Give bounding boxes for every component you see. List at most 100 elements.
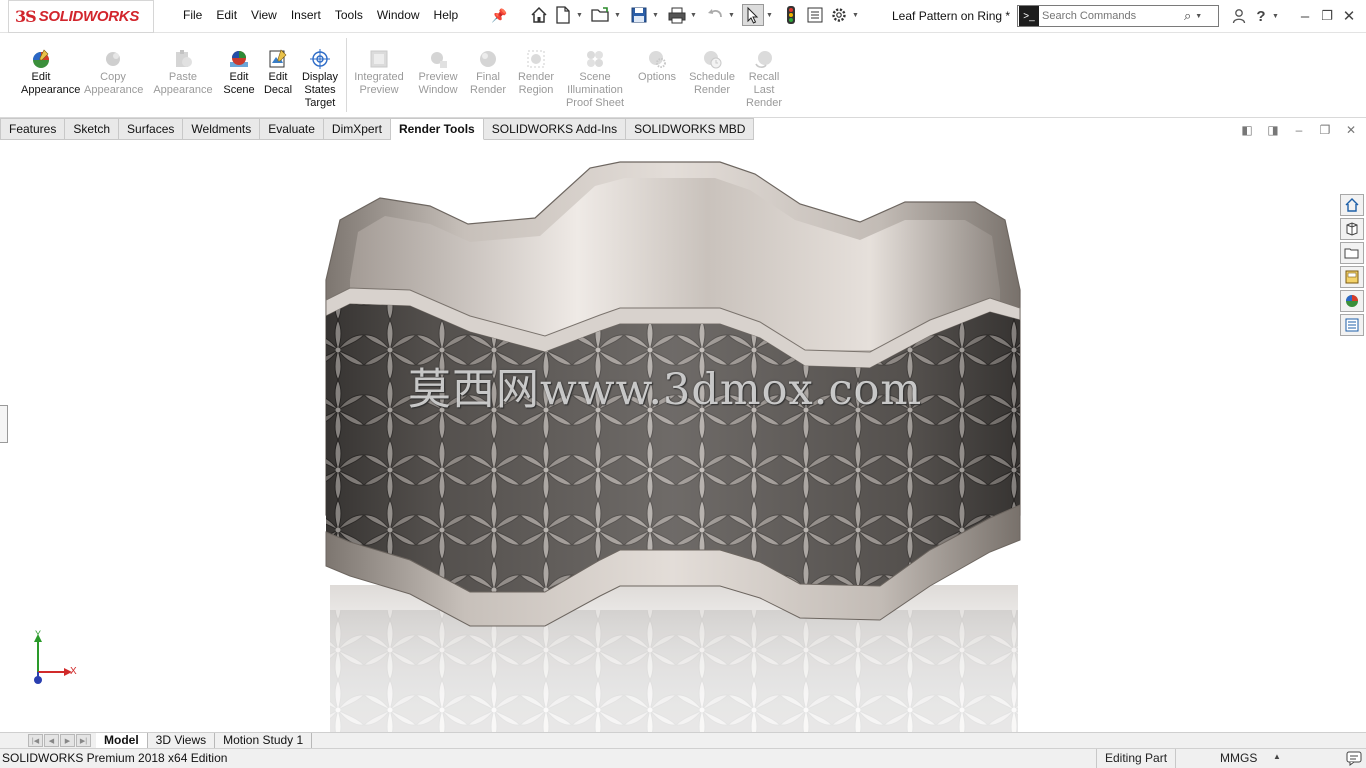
render-region-button[interactable]: Render Region xyxy=(514,48,558,97)
print-dropdown-icon[interactable]: ▼ xyxy=(690,12,698,19)
command-manager-tabs: Features Sketch Surfaces Weldments Evalu… xyxy=(0,118,755,140)
reference-triad: Y X xyxy=(28,629,82,692)
prev-tab-icon[interactable]: ◀ xyxy=(44,734,59,747)
proof-sheet-icon xyxy=(587,51,603,67)
tab-dimxpert[interactable]: DimXpert xyxy=(323,118,391,140)
menu-window[interactable]: Window xyxy=(370,8,427,22)
close-icon[interactable]: ✕ xyxy=(1338,5,1360,27)
undo-icon[interactable] xyxy=(704,4,726,26)
document-window-controls: ◧ ◨ – ❐ ✕ xyxy=(1234,123,1364,137)
display-states-target-button[interactable]: Display States Target xyxy=(298,48,342,110)
help-dropdown-icon[interactable]: ▼ xyxy=(1272,13,1280,20)
tab-solidworks-add-ins[interactable]: SOLIDWORKS Add-Ins xyxy=(483,118,627,140)
units-dropdown-icon[interactable]: ▲ xyxy=(1273,752,1281,761)
open-folder-icon[interactable] xyxy=(590,4,612,26)
doc-close-icon[interactable]: ✕ xyxy=(1338,123,1364,137)
help-icon[interactable]: ? xyxy=(1250,5,1272,27)
save-icon[interactable] xyxy=(628,4,650,26)
schedule-render-button[interactable]: Schedule Render xyxy=(684,48,740,97)
menu-help[interactable]: Help xyxy=(427,8,466,22)
last-tab-icon[interactable]: ▶| xyxy=(76,734,91,747)
menu-view[interactable]: View xyxy=(244,8,284,22)
menu-tools[interactable]: Tools xyxy=(328,8,370,22)
messages-icon[interactable] xyxy=(1346,751,1362,766)
paste-appearance-icon xyxy=(176,50,192,67)
user-icon[interactable] xyxy=(1228,5,1250,27)
file-properties-icon[interactable] xyxy=(804,4,826,26)
solidworks-window: 3S SOLIDWORKS File Edit View Insert Tool… xyxy=(0,0,1366,768)
select-cursor-icon[interactable] xyxy=(742,4,764,26)
preview-window-label: Preview Window xyxy=(418,71,458,96)
undo-dropdown-icon[interactable]: ▼ xyxy=(728,12,736,19)
render-options-button[interactable]: Options xyxy=(634,48,680,84)
home-icon[interactable] xyxy=(528,4,550,26)
rebuild-traffic-light-icon[interactable] xyxy=(780,4,802,26)
tab-weldments[interactable]: Weldments xyxy=(183,118,261,140)
ring-model[interactable] xyxy=(0,140,1366,732)
open-dropdown-icon[interactable]: ▼ xyxy=(614,12,622,19)
panel-right-icon[interactable]: ◨ xyxy=(1260,123,1286,137)
doc-restore-icon[interactable]: ❐ xyxy=(1312,123,1338,137)
restore-icon[interactable]: ❐ xyxy=(1316,5,1338,27)
command-prompt-icon[interactable]: >_ xyxy=(1019,6,1039,26)
paste-appearance-button[interactable]: Paste Appearance xyxy=(152,48,214,97)
logo-prefix: 3S xyxy=(15,7,37,26)
print-icon[interactable] xyxy=(666,4,688,26)
model-tabs-bar: |◀ ◀ ▶ ▶| Model 3D Views Motion Study 1 xyxy=(0,732,1366,748)
menu-edit[interactable]: Edit xyxy=(209,8,244,22)
tab-3d-views[interactable]: 3D Views xyxy=(147,733,216,748)
scene-illumination-label: Scene Illumination Proof Sheet xyxy=(565,71,625,109)
search-commands: >_ ⌕ ▼ xyxy=(1017,5,1219,27)
search-dropdown-icon[interactable]: ▼ xyxy=(1195,13,1203,20)
edit-scene-button[interactable]: Edit Scene xyxy=(222,48,256,97)
tab-evaluate[interactable]: Evaluate xyxy=(260,118,324,140)
options-dropdown-icon[interactable]: ▼ xyxy=(852,12,860,19)
copy-appearance-icon xyxy=(106,52,120,66)
new-document-icon[interactable] xyxy=(552,4,574,26)
tab-model[interactable]: Model xyxy=(96,733,148,748)
next-tab-icon[interactable]: ▶ xyxy=(60,734,75,747)
save-dropdown-icon[interactable]: ▼ xyxy=(652,12,660,19)
appearances-scenes-decals-icon[interactable] xyxy=(1340,290,1364,312)
options-gear-icon[interactable] xyxy=(828,4,850,26)
design-library-icon[interactable] xyxy=(1340,218,1364,240)
feature-tree-flyout-handle[interactable] xyxy=(0,405,8,443)
integrated-preview-button[interactable]: Integrated Preview xyxy=(350,48,408,97)
menu-file[interactable]: File xyxy=(176,8,209,22)
minimize-icon[interactable]: – xyxy=(1294,5,1316,27)
doc-minimize-icon[interactable]: – xyxy=(1286,123,1312,137)
unit-system-selector[interactable]: MMGS xyxy=(1220,751,1257,765)
edit-appearance-button[interactable]: Edit Appearance xyxy=(8,48,80,97)
solidworks-resources-home-icon[interactable] xyxy=(1340,194,1364,216)
new-dropdown-icon[interactable]: ▼ xyxy=(576,12,584,19)
tab-render-tools[interactable]: Render Tools xyxy=(390,118,484,140)
edit-decal-button[interactable]: Edit Decal xyxy=(262,48,294,97)
search-input[interactable] xyxy=(1042,10,1182,22)
pin-menu-icon[interactable]: 📌 xyxy=(491,8,507,23)
search-icon[interactable]: ⌕ xyxy=(1184,8,1191,24)
copy-appearance-button[interactable]: Copy Appearance xyxy=(84,48,144,97)
preview-window-button[interactable]: Preview Window xyxy=(414,48,462,97)
select-dropdown-icon[interactable]: ▼ xyxy=(766,12,774,19)
recall-last-render-label: Recall Last Render xyxy=(746,71,783,109)
tab-motion-study-1[interactable]: Motion Study 1 xyxy=(215,733,313,748)
final-render-icon xyxy=(480,51,496,67)
triad-x-label: X xyxy=(70,666,77,677)
view-palette-icon[interactable] xyxy=(1340,266,1364,288)
recall-last-render-button[interactable]: Recall Last Render xyxy=(744,48,784,110)
file-explorer-icon[interactable] xyxy=(1340,242,1364,264)
triad-y-label: Y xyxy=(35,629,42,639)
custom-properties-icon[interactable] xyxy=(1340,314,1364,336)
final-render-button[interactable]: Final Render xyxy=(468,48,508,97)
menu-insert[interactable]: Insert xyxy=(284,8,328,22)
graphics-viewport[interactable]: 莫西网www.3dmox.com Y X xyxy=(0,140,1366,732)
tab-solidworks-mbd[interactable]: SOLIDWORKS MBD xyxy=(626,118,755,140)
tab-sketch[interactable]: Sketch xyxy=(65,118,120,140)
panel-left-icon[interactable]: ◧ xyxy=(1234,123,1260,137)
tab-surfaces[interactable]: Surfaces xyxy=(119,118,184,140)
scene-illumination-proof-sheet-button[interactable]: Scene Illumination Proof Sheet xyxy=(562,48,628,110)
tab-features[interactable]: Features xyxy=(0,118,66,140)
first-tab-icon[interactable]: |◀ xyxy=(28,734,43,747)
solidworks-logo[interactable]: 3S SOLIDWORKS xyxy=(8,0,154,33)
copy-appearance-label: Copy Appearance xyxy=(84,71,144,96)
